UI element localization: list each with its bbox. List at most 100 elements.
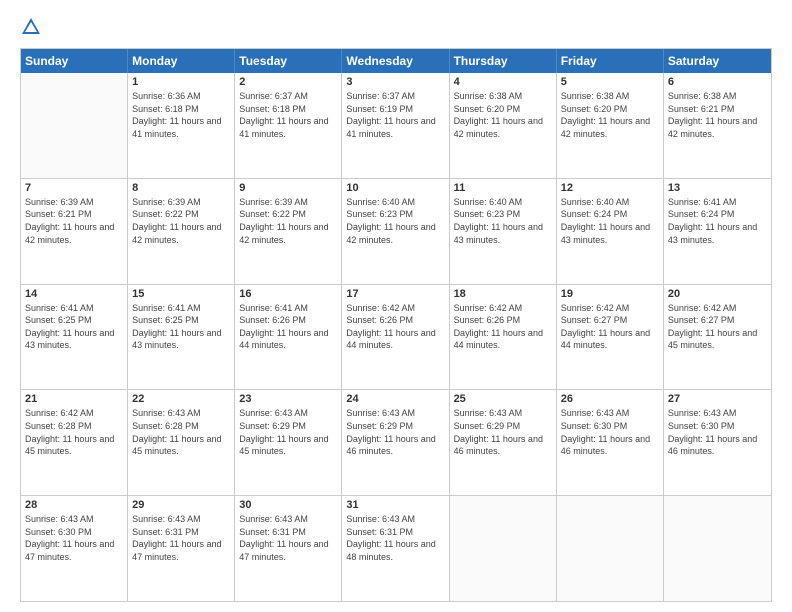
cell-info: Sunrise: 6:42 AM Sunset: 6:27 PM Dayligh…: [561, 302, 659, 352]
calendar-cell: [21, 73, 128, 178]
calendar-cell: 6 Sunrise: 6:38 AM Sunset: 6:21 PM Daylig…: [664, 73, 771, 178]
day-number: 30: [239, 499, 337, 511]
cell-info: Sunrise: 6:41 AM Sunset: 6:24 PM Dayligh…: [668, 196, 767, 246]
day-number: 25: [454, 393, 552, 405]
day-number: 12: [561, 182, 659, 194]
calendar-week-4: 21 Sunrise: 6:42 AM Sunset: 6:28 PM Dayli…: [21, 389, 771, 495]
day-number: 7: [25, 182, 123, 194]
cell-info: Sunrise: 6:43 AM Sunset: 6:30 PM Dayligh…: [561, 407, 659, 457]
weekday-header-wednesday: Wednesday: [342, 49, 449, 73]
day-number: 19: [561, 288, 659, 300]
day-number: 8: [132, 182, 230, 194]
day-number: 29: [132, 499, 230, 511]
calendar-cell: 31 Sunrise: 6:43 AM Sunset: 6:31 PM Dayli…: [342, 496, 449, 601]
calendar-cell: 25 Sunrise: 6:43 AM Sunset: 6:29 PM Dayli…: [450, 390, 557, 495]
day-number: 20: [668, 288, 767, 300]
weekday-header-thursday: Thursday: [450, 49, 557, 73]
day-number: 31: [346, 499, 444, 511]
day-number: 28: [25, 499, 123, 511]
calendar-week-5: 28 Sunrise: 6:43 AM Sunset: 6:30 PM Dayli…: [21, 495, 771, 601]
cell-info: Sunrise: 6:38 AM Sunset: 6:21 PM Dayligh…: [668, 90, 767, 140]
day-number: 6: [668, 76, 767, 88]
cell-info: Sunrise: 6:39 AM Sunset: 6:22 PM Dayligh…: [239, 196, 337, 246]
calendar-cell: 8 Sunrise: 6:39 AM Sunset: 6:22 PM Daylig…: [128, 179, 235, 284]
day-number: 21: [25, 393, 123, 405]
cell-info: Sunrise: 6:40 AM Sunset: 6:23 PM Dayligh…: [454, 196, 552, 246]
calendar-header: SundayMondayTuesdayWednesdayThursdayFrid…: [21, 49, 771, 73]
day-number: 18: [454, 288, 552, 300]
calendar-cell: 20 Sunrise: 6:42 AM Sunset: 6:27 PM Dayli…: [664, 285, 771, 390]
cell-info: Sunrise: 6:43 AM Sunset: 6:31 PM Dayligh…: [346, 513, 444, 563]
cell-info: Sunrise: 6:41 AM Sunset: 6:25 PM Dayligh…: [132, 302, 230, 352]
calendar-cell: 11 Sunrise: 6:40 AM Sunset: 6:23 PM Dayli…: [450, 179, 557, 284]
cell-info: Sunrise: 6:43 AM Sunset: 6:28 PM Dayligh…: [132, 407, 230, 457]
cell-info: Sunrise: 6:38 AM Sunset: 6:20 PM Dayligh…: [561, 90, 659, 140]
calendar-cell: 22 Sunrise: 6:43 AM Sunset: 6:28 PM Dayli…: [128, 390, 235, 495]
calendar-cell: 30 Sunrise: 6:43 AM Sunset: 6:31 PM Dayli…: [235, 496, 342, 601]
header: [20, 16, 772, 38]
day-number: 23: [239, 393, 337, 405]
generalblue-icon: [20, 16, 42, 38]
cell-info: Sunrise: 6:39 AM Sunset: 6:22 PM Dayligh…: [132, 196, 230, 246]
weekday-header-sunday: Sunday: [21, 49, 128, 73]
calendar-cell: [557, 496, 664, 601]
calendar-cell: 19 Sunrise: 6:42 AM Sunset: 6:27 PM Dayli…: [557, 285, 664, 390]
weekday-header-monday: Monday: [128, 49, 235, 73]
day-number: 11: [454, 182, 552, 194]
logo: [20, 16, 44, 38]
calendar-cell: 10 Sunrise: 6:40 AM Sunset: 6:23 PM Dayli…: [342, 179, 449, 284]
calendar-body: 1 Sunrise: 6:36 AM Sunset: 6:18 PM Daylig…: [21, 73, 771, 601]
day-number: 14: [25, 288, 123, 300]
calendar-cell: 26 Sunrise: 6:43 AM Sunset: 6:30 PM Dayli…: [557, 390, 664, 495]
cell-info: Sunrise: 6:42 AM Sunset: 6:27 PM Dayligh…: [668, 302, 767, 352]
calendar-week-2: 7 Sunrise: 6:39 AM Sunset: 6:21 PM Daylig…: [21, 178, 771, 284]
calendar-cell: 27 Sunrise: 6:43 AM Sunset: 6:30 PM Dayli…: [664, 390, 771, 495]
day-number: 17: [346, 288, 444, 300]
weekday-header-tuesday: Tuesday: [235, 49, 342, 73]
calendar-week-3: 14 Sunrise: 6:41 AM Sunset: 6:25 PM Dayli…: [21, 284, 771, 390]
day-number: 26: [561, 393, 659, 405]
cell-info: Sunrise: 6:36 AM Sunset: 6:18 PM Dayligh…: [132, 90, 230, 140]
calendar-cell: 5Sunrise: 6:38 AM Sunset: 6:20 PM Daylig…: [557, 73, 664, 178]
calendar-week-1: 1 Sunrise: 6:36 AM Sunset: 6:18 PM Daylig…: [21, 73, 771, 178]
calendar-cell: 1 Sunrise: 6:36 AM Sunset: 6:18 PM Daylig…: [128, 73, 235, 178]
weekday-header-saturday: Saturday: [664, 49, 771, 73]
calendar-cell: 28 Sunrise: 6:43 AM Sunset: 6:30 PM Dayli…: [21, 496, 128, 601]
cell-info: Sunrise: 6:43 AM Sunset: 6:30 PM Dayligh…: [668, 407, 767, 457]
cell-info: Sunrise: 6:40 AM Sunset: 6:23 PM Dayligh…: [346, 196, 444, 246]
calendar-cell: 24Sunrise: 6:43 AM Sunset: 6:29 PM Dayli…: [342, 390, 449, 495]
calendar-cell: 15Sunrise: 6:41 AM Sunset: 6:25 PM Dayli…: [128, 285, 235, 390]
day-number: 16: [239, 288, 337, 300]
calendar-cell: 4Sunrise: 6:38 AM Sunset: 6:20 PM Daylig…: [450, 73, 557, 178]
cell-info: Sunrise: 6:41 AM Sunset: 6:26 PM Dayligh…: [239, 302, 337, 352]
cell-info: Sunrise: 6:43 AM Sunset: 6:30 PM Dayligh…: [25, 513, 123, 563]
calendar-cell: 23Sunrise: 6:43 AM Sunset: 6:29 PM Dayli…: [235, 390, 342, 495]
day-number: 9: [239, 182, 337, 194]
calendar-cell: 13 Sunrise: 6:41 AM Sunset: 6:24 PM Dayli…: [664, 179, 771, 284]
calendar-cell: 9 Sunrise: 6:39 AM Sunset: 6:22 PM Daylig…: [235, 179, 342, 284]
calendar-cell: 2 Sunrise: 6:37 AM Sunset: 6:18 PM Daylig…: [235, 73, 342, 178]
weekday-header-friday: Friday: [557, 49, 664, 73]
day-number: 22: [132, 393, 230, 405]
calendar: SundayMondayTuesdayWednesdayThursdayFrid…: [20, 48, 772, 602]
calendar-cell: 14Sunrise: 6:41 AM Sunset: 6:25 PM Dayli…: [21, 285, 128, 390]
cell-info: Sunrise: 6:42 AM Sunset: 6:26 PM Dayligh…: [346, 302, 444, 352]
cell-info: Sunrise: 6:42 AM Sunset: 6:28 PM Dayligh…: [25, 407, 123, 457]
cell-info: Sunrise: 6:39 AM Sunset: 6:21 PM Dayligh…: [25, 196, 123, 246]
day-number: 27: [668, 393, 767, 405]
day-number: 2: [239, 76, 337, 88]
calendar-cell: 29Sunrise: 6:43 AM Sunset: 6:31 PM Dayli…: [128, 496, 235, 601]
cell-info: Sunrise: 6:43 AM Sunset: 6:29 PM Dayligh…: [454, 407, 552, 457]
cell-info: Sunrise: 6:38 AM Sunset: 6:20 PM Dayligh…: [454, 90, 552, 140]
day-number: 1: [132, 76, 230, 88]
day-number: 13: [668, 182, 767, 194]
day-number: 24: [346, 393, 444, 405]
day-number: 10: [346, 182, 444, 194]
cell-info: Sunrise: 6:43 AM Sunset: 6:31 PM Dayligh…: [239, 513, 337, 563]
cell-info: Sunrise: 6:37 AM Sunset: 6:19 PM Dayligh…: [346, 90, 444, 140]
calendar-cell: [664, 496, 771, 601]
calendar-cell: 12Sunrise: 6:40 AM Sunset: 6:24 PM Dayli…: [557, 179, 664, 284]
cell-info: Sunrise: 6:37 AM Sunset: 6:18 PM Dayligh…: [239, 90, 337, 140]
calendar-cell: [450, 496, 557, 601]
calendar-cell: 16 Sunrise: 6:41 AM Sunset: 6:26 PM Dayli…: [235, 285, 342, 390]
